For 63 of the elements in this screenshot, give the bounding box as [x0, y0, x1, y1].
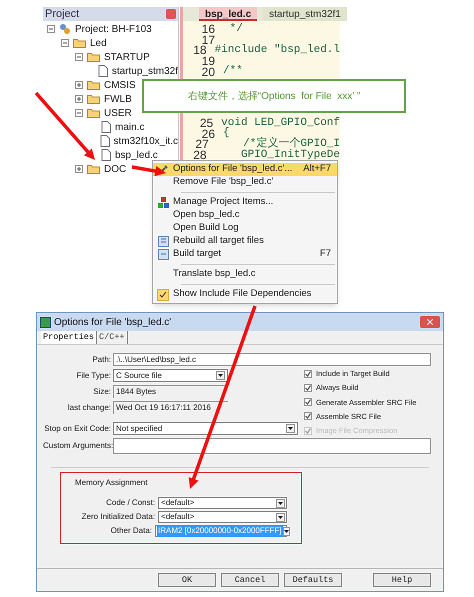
line-number: 17	[202, 34, 215, 46]
line-number: 26	[202, 128, 216, 140]
line-number: 25	[198, 117, 214, 130]
dialog-button[interactable]: OK	[158, 573, 216, 587]
dialog-button[interactable]: Help	[373, 573, 431, 587]
field-label: Other Data:	[110, 525, 152, 537]
field-label: Path:	[91, 354, 111, 366]
menu-item[interactable]: Manage Project Items...	[153, 196, 337, 209]
menu-item[interactable]: Rebuild all target files	[153, 235, 337, 248]
field-label: last change:	[66, 402, 111, 414]
tree-item[interactable]: CMSIS	[104, 78, 136, 92]
dropdown[interactable]: Not specified	[113, 422, 298, 435]
field-label: Zero Initialized Data:	[80, 511, 156, 523]
dropdown[interactable]: <default>	[158, 497, 287, 509]
readonly-field: Wed Oct 19 16:17:11 2016	[113, 401, 228, 414]
code-line: GPIO_InitTypeDe	[240, 150, 340, 160]
line-number: 27	[195, 138, 209, 150]
input-field[interactable]: .\..\User\Led\bsp_led.c	[113, 353, 431, 366]
dialog-tab[interactable]: Properties	[41, 331, 98, 344]
menu-item[interactable]: Options for File 'bsp_led.c'... Alt+F7	[153, 163, 337, 176]
tree-item[interactable]: DOC	[104, 162, 126, 176]
menu-item[interactable]: Remove File 'bsp_led.c'	[153, 176, 337, 189]
tree-item[interactable]: startup_stm32f	[112, 64, 178, 78]
window-title: Options for File 'bsp_led.c'	[54, 316, 172, 330]
menu-item[interactable]: Build target F7	[153, 248, 337, 261]
dropdown[interactable]: C Source file	[113, 369, 228, 382]
tree-item[interactable]: main.c	[115, 120, 144, 134]
tree-item[interactable]: stm32f10x_it.c	[114, 134, 178, 148]
callout-text: 右键文件，选择“Options for File xxx’ ”	[188, 90, 360, 104]
dialog-button[interactable]: Defaults	[284, 573, 342, 587]
line-number: 16	[200, 23, 216, 36]
panel-title: Project	[45, 6, 80, 22]
editor-tab[interactable]: startup_stm32f1	[263, 7, 347, 21]
line-number: 20	[200, 66, 216, 78]
line-number: 19	[202, 55, 216, 68]
code-line: /*定义一个GPIO_I	[243, 138, 340, 150]
readonly-field: 1844 Bytes	[113, 385, 228, 398]
editor-tab[interactable]: bsp_led.c	[199, 7, 258, 21]
tree-item[interactable]: bsp_led.c	[115, 148, 158, 162]
dialog-tab[interactable]: C/C++	[97, 331, 128, 344]
code-line: */	[228, 24, 243, 35]
line-number: 28	[192, 149, 208, 160]
tree-item[interactable]: Project: BH-F103	[75, 22, 152, 36]
menu-item[interactable]: Open bsp_led.c	[153, 209, 337, 222]
group-title: Memory Assignment	[75, 477, 148, 489]
field-label: File Type:	[75, 370, 111, 382]
menu-item[interactable]: Show Include File Dependencies	[153, 288, 337, 301]
dropdown[interactable]: <default>	[158, 511, 287, 523]
menu-item[interactable]: Open Build Log	[153, 222, 337, 235]
field-label: Code / Const:	[105, 497, 156, 509]
tree-item[interactable]: USER	[104, 106, 132, 120]
field-label: Custom Arguments:	[43, 440, 111, 452]
tree-item[interactable]: Led	[90, 36, 107, 50]
menu-item[interactable]: Translate bsp_led.c	[153, 268, 337, 281]
dialog-button[interactable]: Cancel	[221, 573, 279, 587]
code-line: {	[223, 128, 230, 140]
code-line: #include "bsp_led.l	[214, 44, 340, 56]
line-number: 18	[192, 44, 207, 56]
field-label: Size:	[92, 386, 111, 398]
tree-item[interactable]: STARTUP	[104, 50, 150, 64]
tree-item[interactable]: FWLB	[104, 92, 132, 106]
code-line: /**	[223, 66, 243, 78]
field-label: Stop on Exit Code:	[43, 422, 111, 434]
